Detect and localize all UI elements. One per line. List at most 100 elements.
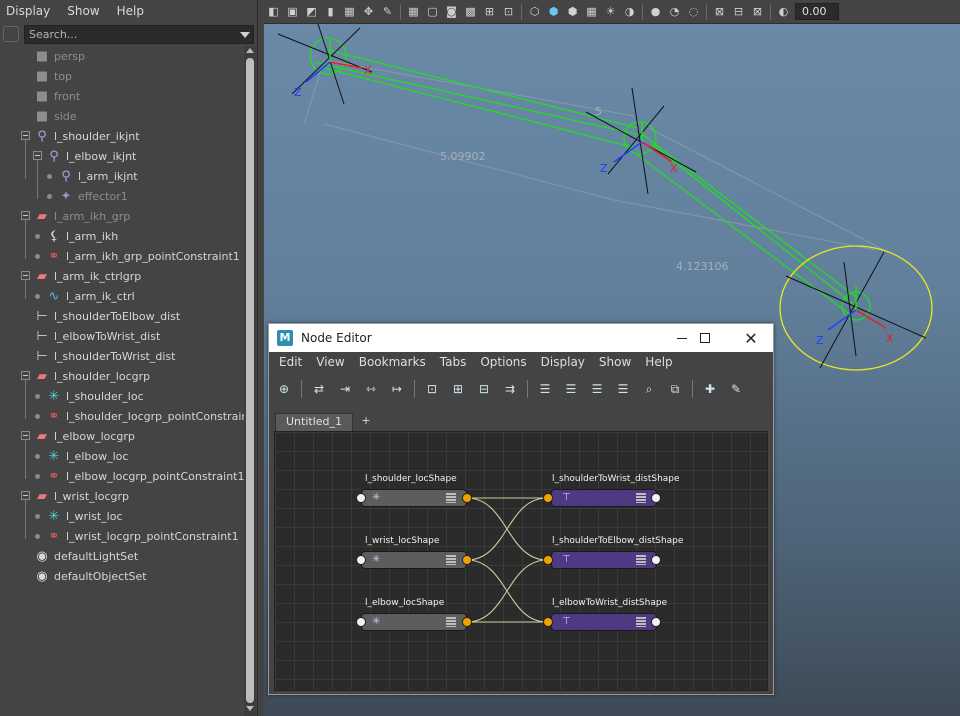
output-port[interactable] [651,617,661,627]
menu-tabs[interactable]: Tabs [440,355,467,375]
outliner-item-top[interactable]: ■ top [34,66,72,86]
tab-untitled-1[interactable]: Untitled_1 [275,413,354,431]
menu-options[interactable]: Options [480,355,526,375]
outliner-item-persp[interactable]: ■ persp [34,46,85,66]
frame-selected-icon[interactable]: ⊞ [449,380,467,398]
input-port[interactable] [543,555,553,565]
node-editor-titlebar[interactable]: M Node Editor ✕ [269,324,773,352]
rearrange-graph-icon[interactable]: ⇉ [501,380,519,398]
attribute-list-icon[interactable] [636,493,646,503]
menu-display[interactable]: Display [6,4,50,18]
outliner-item-l-shoulder-loc[interactable]: ✳ l_shoulder_loc [46,386,144,406]
menu-help[interactable]: Help [645,355,672,375]
node-l-shouldertowrist-distshape[interactable]: ⊤ [551,489,657,507]
menu-display[interactable]: Display [541,355,585,375]
isolate-select-icon[interactable]: ⊠ [712,4,727,19]
scroll-up-icon[interactable] [246,48,254,53]
shadows-icon[interactable]: ◑ [622,4,637,19]
maximize-button[interactable] [682,324,728,352]
add-tab-button[interactable]: + [353,413,379,431]
menu-bookmarks[interactable]: Bookmarks [359,355,426,375]
exposure-icon[interactable]: ◐ [776,4,791,19]
outliner-item-defaultobjectset[interactable]: ◉ defaultObjectSet [34,566,146,586]
output-connections-icon[interactable]: ↦ [388,380,406,398]
output-port[interactable] [462,555,472,565]
menu-show[interactable]: Show [599,355,631,375]
edit-bookmark-icon[interactable]: ✎ [727,380,745,398]
search-input[interactable] [24,25,254,44]
resolution-gate-icon[interactable]: ◙ [444,4,459,19]
outliner-item-l-arm-ikh-grp-pointconstraint1[interactable]: ⚭ l_arm_ikh_grp_pointConstraint1 [46,246,240,266]
output-port[interactable] [651,493,661,503]
outliner-item-l-elbow-loc[interactable]: ✳ l_elbow_loc [46,446,129,466]
outliner-item-side[interactable]: ■ side [34,106,77,126]
scroll-down-icon[interactable] [246,706,254,711]
camera-attributes-icon[interactable]: ◩ [304,4,319,19]
input-port[interactable] [356,617,366,627]
screen-space-ao-icon[interactable]: ● [648,4,663,19]
motion-blur-icon[interactable]: ◔ [667,4,682,19]
bookmark-icon[interactable]: ▮ [323,4,338,19]
menu-edit[interactable]: Edit [279,355,302,375]
wireframe-icon[interactable]: ⬡ [527,4,542,19]
outliner-item-defaultlightset[interactable]: ◉ defaultLightSet [34,546,138,566]
grid-icon[interactable]: ▦ [406,4,421,19]
add-node-icon[interactable]: ⊕ [275,380,293,398]
lighting-icon[interactable]: ☀ [603,4,618,19]
node-l-wrist-locshape[interactable]: ✳ [361,551,467,569]
scrollbar-thumb[interactable] [246,58,254,703]
search-options-icon[interactable] [3,26,19,42]
pencil-icon[interactable]: ✎ [380,4,395,19]
output-port[interactable] [462,617,472,627]
swap-connections-icon[interactable]: ⇄ [310,380,328,398]
node-l-elbow-locshape[interactable]: ✳ [361,613,467,631]
xray-icon[interactable]: ⊟ [731,4,746,19]
input-port[interactable] [356,493,366,503]
connected-mode-icon[interactable]: ☰ [562,380,580,398]
frame-all-icon[interactable]: ⊡ [423,380,441,398]
input-port[interactable] [356,555,366,565]
attribute-list-icon[interactable] [446,617,456,627]
attribute-list-icon[interactable] [446,493,456,503]
outliner-scrollbar[interactable] [244,46,256,716]
search-dropdown-icon[interactable] [240,32,250,38]
outliner-item-l-arm-ikh-grp[interactable]: ▰ l_arm_ikh_grp [34,206,130,226]
outliner-item-l-arm-ikh[interactable]: ⚸ l_arm_ikh [46,226,118,246]
node-l-shouldertoelbow-distshape[interactable]: ⊤ [551,551,657,569]
outliner-item-l-shoulder-locgrp-pointconstraint[interactable]: ⚭ l_shoulder_locgrp_pointConstraint [46,406,253,426]
gate-mask-icon[interactable]: ▩ [463,4,478,19]
outliner-item-l-arm-ikjnt[interactable]: ⚲ l_arm_ikjnt [58,166,137,186]
node-graph[interactable]: l_shoulder_locShape ✳ l_wrist_locShape ✳… [274,431,768,691]
outliner-item-l-elbow-locgrp[interactable]: ▰ l_elbow_locgrp [34,426,135,446]
outliner-item-l-elbowtowrist-dist[interactable]: ⊢ l_elbowToWrist_dist [34,326,160,346]
outliner-item-l-shouldertowrist-dist[interactable]: ⊢ l_shoulderToWrist_dist [34,346,175,366]
output-port[interactable] [462,493,472,503]
attribute-list-icon[interactable] [636,617,646,627]
outliner-item-l-wrist-locgrp[interactable]: ▰ l_wrist_locgrp [34,486,129,506]
camera-lock-icon[interactable]: ▣ [285,4,300,19]
outliner-item-l-arm-ik-ctrl[interactable]: ∿ l_arm_ik_ctrl [46,286,135,306]
camera-select-icon[interactable]: ◧ [266,4,281,19]
xray-joints-icon[interactable]: ⊠ [750,4,765,19]
output-port[interactable] [651,555,661,565]
outliner-item-l-elbow-ikjnt[interactable]: ⚲ l_elbow_ikjnt [46,146,136,166]
full-mode-icon[interactable]: ☰ [588,380,606,398]
move-icon[interactable]: ✥ [361,4,376,19]
input-output-connections-icon[interactable]: ⇿ [362,380,380,398]
menu-view[interactable]: View [316,355,344,375]
field-chart-icon[interactable]: ⊞ [482,4,497,19]
menu-show[interactable]: Show [67,4,99,18]
outliner-item-l-elbow-locgrp-pointconstraint1[interactable]: ⚭ l_elbow_locgrp_pointConstraint1 [46,466,245,486]
input-port[interactable] [543,617,553,627]
bookmark-add-icon[interactable]: ✚ [701,380,719,398]
outliner-item-l-arm-ik-ctrlgrp[interactable]: ▰ l_arm_ik_ctrlgrp [34,266,141,286]
search-icon[interactable]: ⌕ [640,380,658,398]
anti-alias-icon[interactable]: ◌ [686,4,701,19]
wireframe-on-shaded-icon[interactable]: ⬢ [565,4,580,19]
textured-icon[interactable]: ▦ [584,4,599,19]
safe-action-icon[interactable]: ⊡ [501,4,516,19]
attribute-list-icon[interactable] [636,555,646,565]
input-connections-icon[interactable]: ⇥ [336,380,354,398]
outliner-item-front[interactable]: ■ front [34,86,80,106]
outliner-item-l-shoulder-locgrp[interactable]: ▰ l_shoulder_locgrp [34,366,150,386]
